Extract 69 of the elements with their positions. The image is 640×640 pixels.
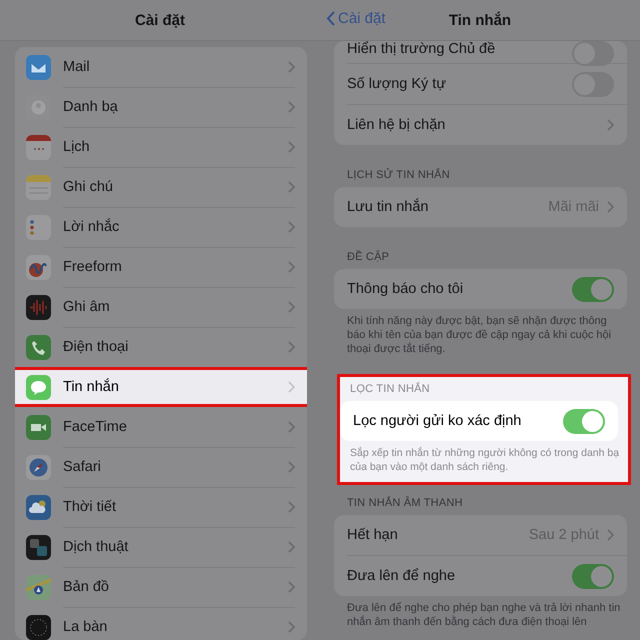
highlighted-settings-row[interactable]: Tin nhắn: [15, 367, 307, 407]
setting-label: Liên hệ bị chặn: [347, 117, 446, 133]
video-camera-icon: [26, 414, 51, 440]
section-header: TIN NHẮN ÂM THANH: [346, 497, 464, 511]
compass-dial-icon: [26, 614, 51, 640]
chevron-icon: [288, 260, 295, 272]
setting-label: Số lượng Ký tự: [347, 76, 446, 92]
settings-item[interactable]: Mail: [63, 58, 90, 74]
section-header: ĐỀ CẬP: [346, 251, 390, 265]
cloud-icon: [26, 494, 51, 520]
chevron-icon: [288, 180, 295, 192]
section-footnote: Sắp xếp tin nhắn từ những người không có trong danh bạ của bạn vào một danh sách riêng.: [349, 446, 620, 474]
translate-icon: [26, 534, 51, 560]
setting-label: Đưa lên để nghe: [347, 568, 456, 584]
setting-label: Lưu tin nhắn: [347, 199, 428, 215]
map-icon: [26, 574, 51, 600]
toggle-switch[interactable]: [572, 564, 614, 588]
chevron-icon: [607, 119, 614, 131]
settings-item[interactable]: Lời nhắc: [63, 218, 120, 234]
setting-label: Lọc người gửi ko xác định: [353, 413, 522, 429]
screen-title: Cài đặt: [134, 12, 185, 28]
chevron-icon: [288, 140, 295, 152]
settings-item[interactable]: Điện thoại: [63, 339, 128, 355]
settings-item[interactable]: Freeform: [63, 258, 122, 274]
section-header: LỊCH SỬ TIN NHẮN: [346, 169, 451, 183]
chevron-icon: [288, 300, 295, 312]
calendar-icon: [26, 134, 51, 160]
phone-icon: [26, 334, 51, 360]
settings-item[interactable]: La bàn: [63, 619, 108, 635]
chevron-icon: [607, 201, 614, 213]
settings-item[interactable]: Ghi chú: [63, 178, 113, 194]
setting-label: Hết hạn: [347, 527, 398, 543]
mail-icon: [26, 54, 51, 80]
waveform-icon: [26, 294, 51, 320]
chevron-icon: [288, 420, 295, 432]
chevron-icon: [607, 529, 614, 541]
settings-item[interactable]: Ghi âm: [63, 298, 110, 314]
compass-icon: [26, 454, 51, 480]
chevron-icon: [288, 341, 295, 353]
settings-item[interactable]: FaceTime: [63, 418, 127, 434]
setting-label: Thông báo cho tôi: [347, 281, 464, 297]
back-chevron-icon: [326, 11, 335, 26]
chevron-icon: [288, 580, 295, 592]
chevron-icon: [288, 100, 295, 112]
scribble-icon: [26, 254, 51, 280]
section-header: LỌC TIN NHẮN: [349, 383, 431, 397]
toggle-switch[interactable]: [572, 276, 614, 302]
settings-item[interactable]: Thời tiết: [63, 498, 116, 514]
list-icon: [26, 214, 51, 240]
section-footnote: Đưa lên để nghe cho phép bạn nghe và trả lời nhanh tin nhắn âm thanh đến bằng cách đưa điện thoại lên: [346, 601, 622, 629]
chevron-icon: [288, 460, 295, 472]
chat-bubble-icon: [26, 374, 51, 400]
screen-title: Tin nhắn: [448, 12, 512, 28]
chevron-icon: [288, 60, 295, 72]
chevron-icon: [288, 220, 295, 232]
toggle-switch[interactable]: [563, 408, 605, 434]
section-footnote: Khi tính năng này được bật, bạn sẽ nhận được thông báo khi tên của bạn được đề cập ngay cả khi cuộc hội thoại được tắt tiếng.: [346, 314, 612, 356]
settings-item[interactable]: Dịch thuật: [63, 538, 128, 554]
settings-item[interactable]: Bản đồ: [63, 578, 109, 594]
settings-item[interactable]: Safari: [63, 458, 101, 474]
setting-label: Hiển thị trường Chủ đề: [347, 41, 496, 57]
settings-item: Tin nhắn: [63, 379, 119, 395]
settings-item[interactable]: Lịch: [63, 138, 90, 154]
chevron-icon: [288, 500, 295, 512]
chevron-icon: [288, 621, 295, 633]
chevron-icon: [288, 540, 295, 552]
chevron-icon: [288, 381, 295, 393]
notes-icon: [26, 174, 51, 200]
settings-item[interactable]: Danh bạ: [63, 98, 118, 114]
